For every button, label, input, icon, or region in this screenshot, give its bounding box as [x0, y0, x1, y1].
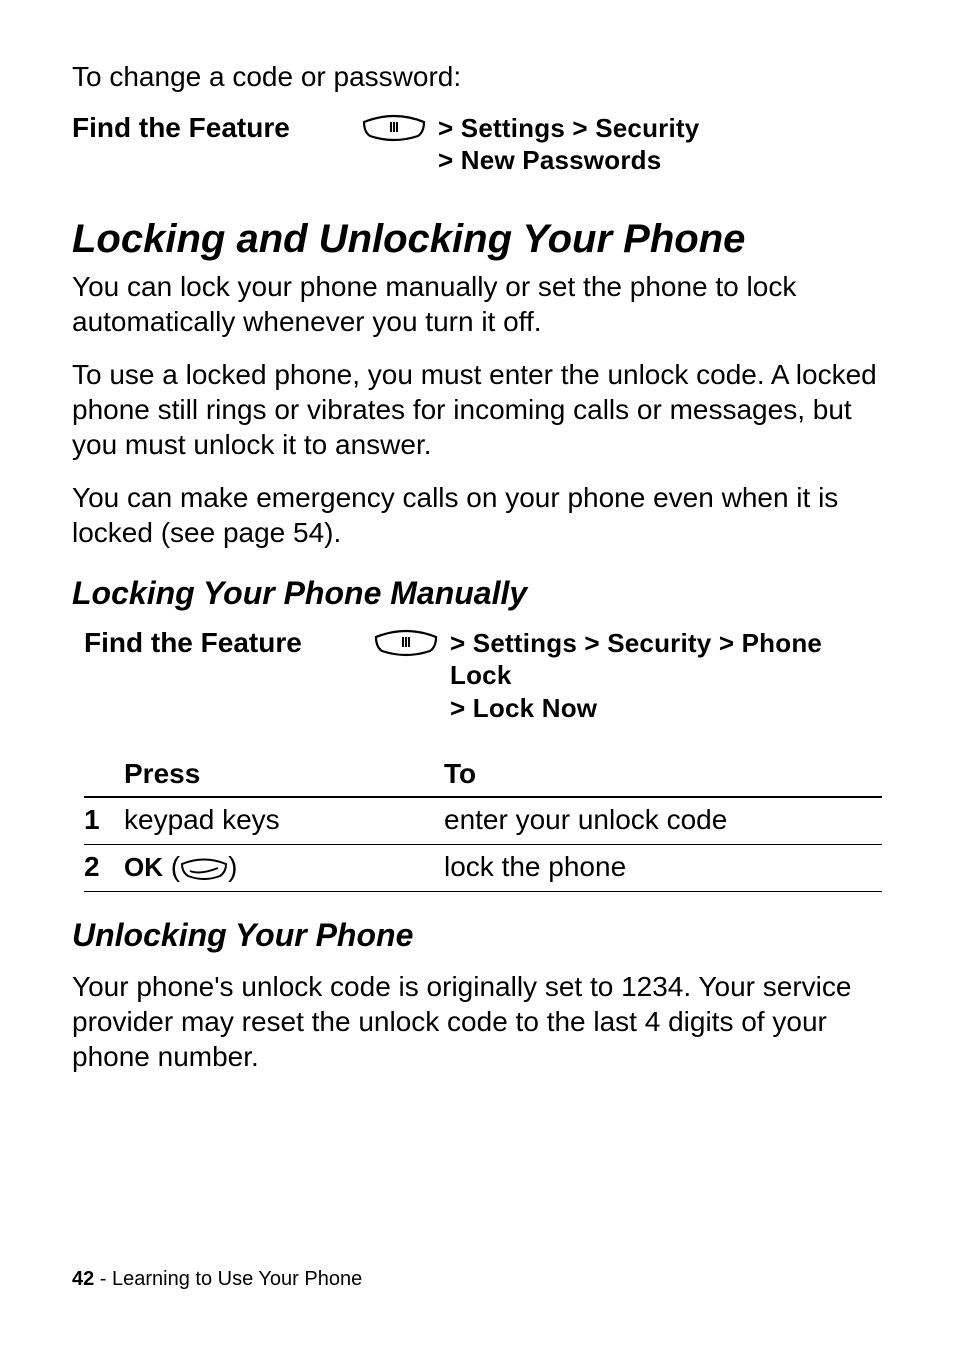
- menu-path-line1: > Settings > Security: [438, 113, 699, 143]
- menu-path-line2: > New Passwords: [438, 144, 699, 177]
- table-header-row: Press To: [84, 754, 882, 797]
- section1-p3: You can make emergency calls on your pho…: [72, 480, 882, 550]
- subsection-heading-locking-manually: Locking Your Phone Manually: [72, 576, 882, 611]
- steps-table: Press To 1 keypad keys enter your unlock…: [84, 754, 882, 892]
- menu-path-line2: > Lock Now: [450, 692, 882, 725]
- ok-softkey-label: OK: [124, 852, 163, 882]
- footer-sep: -: [94, 1268, 112, 1290]
- menu-path-text: > Settings > Security > New Passwords: [438, 112, 699, 177]
- step-press: keypad keys: [124, 797, 444, 845]
- page-footer: 42 - Learning to Use Your Phone: [72, 1268, 362, 1291]
- table-row: 2 OK ( ) lock the phone: [84, 845, 882, 892]
- subsection2-p1: Your phone's unlock code is originally s…: [72, 969, 882, 1074]
- paren-close: ): [228, 851, 237, 882]
- table-head-press: Press: [124, 754, 444, 797]
- menu-key-icon: [374, 629, 438, 662]
- menu-path-text: > Settings > Security > Phone Lock > Loc…: [450, 627, 882, 725]
- table-row: 1 keypad keys enter your unlock code: [84, 797, 882, 845]
- menu-path-line1: > Settings > Security > Phone Lock: [450, 628, 822, 691]
- table-head-empty: [84, 754, 124, 797]
- right-softkey-icon: [180, 858, 228, 880]
- step-to: enter your unlock code: [444, 797, 882, 845]
- section-heading-locking-unlocking: Locking and Unlocking Your Phone: [72, 217, 882, 261]
- menu-key-icon: [362, 114, 426, 147]
- find-feature-path: > Settings > Security > Phone Lock > Loc…: [374, 627, 882, 725]
- section1-p1: You can lock your phone manually or set …: [72, 269, 882, 339]
- find-feature-block-1: Find the Feature > Settings > Security >…: [72, 112, 882, 177]
- page-number: 42: [72, 1268, 94, 1290]
- section1-p2: To use a locked phone, you must enter th…: [72, 357, 882, 462]
- find-feature-label: Find the Feature: [72, 112, 362, 144]
- find-feature-path: > Settings > Security > New Passwords: [362, 112, 882, 177]
- paren-open: (: [163, 851, 180, 882]
- intro-paragraph: To change a code or password:: [72, 60, 882, 94]
- find-feature-block-2: Find the Feature > Settings > Security >…: [84, 627, 882, 725]
- table-head-to: To: [444, 754, 882, 797]
- step-number: 2: [84, 845, 124, 892]
- step-number: 1: [84, 797, 124, 845]
- footer-title: Learning to Use Your Phone: [112, 1268, 362, 1290]
- find-feature-label: Find the Feature: [84, 627, 374, 659]
- step-to: lock the phone: [444, 845, 882, 892]
- document-page: To change a code or password: Find the F…: [0, 0, 954, 1345]
- step-press: OK ( ): [124, 845, 444, 892]
- subsection-heading-unlocking: Unlocking Your Phone: [72, 918, 882, 953]
